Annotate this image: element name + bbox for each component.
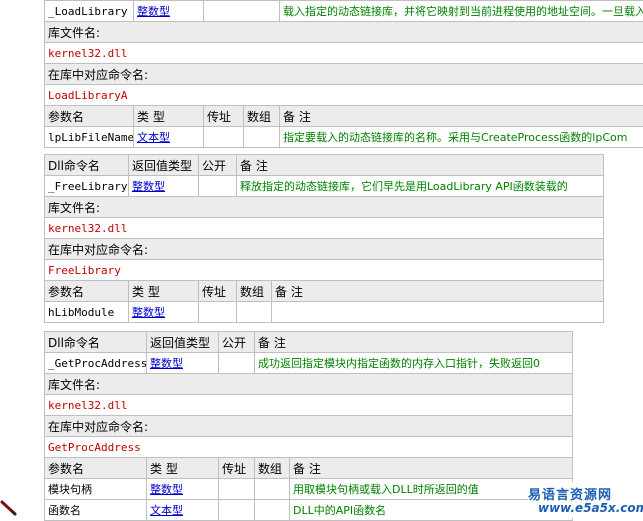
param-array[interactable] [255,479,290,500]
param-header-array: 数组 [255,458,290,479]
param-header-type: 类 型 [134,106,204,127]
dll-command-row[interactable]: _LoadLibrary 整数型 载入指定的动态链接库，并将它映射到当前进程使用… [45,1,643,22]
param-name[interactable]: 模块句柄 [45,479,147,500]
param-header-byref: 传址 [204,106,244,127]
param-header-byref: 传址 [199,281,237,302]
dll-block-loadlibrary: _LoadLibrary 整数型 载入指定的动态链接库，并将它映射到当前进程使用… [44,0,643,148]
lib-cmd-value[interactable]: GetProcAddress [45,437,573,458]
param-type-link[interactable]: 整数型 [150,483,183,496]
param-header-array: 数组 [237,281,272,302]
lib-file-value[interactable]: kernel32.dll [45,218,604,239]
param-name[interactable]: lpLibFileName [45,127,134,148]
param-note[interactable] [272,302,604,323]
header-return-type: 返回值类型 [147,332,219,353]
header-public: 公开 [199,155,237,176]
public-cell[interactable] [199,176,237,197]
param-header-name: 参数名 [45,458,147,479]
param-type-link[interactable]: 文本型 [137,131,170,144]
return-type: 整数型 [134,1,204,22]
return-type-link[interactable]: 整数型 [132,180,165,193]
param-header-type: 类 型 [147,458,219,479]
param-note[interactable]: 指定要载入的动态链接库的名称。采用与CreateProcess函数的lpCom [280,127,643,148]
param-type-link[interactable]: 文本型 [150,504,183,517]
header-dll-name: Dll命令名 [45,332,147,353]
lib-file-value[interactable]: kernel32.dll [45,43,643,64]
param-name[interactable]: 函数名 [45,500,147,521]
dll-command-row[interactable]: _GetProcAddress 整数型 成功返回指定模块内指定函数的内存入口指针… [45,353,573,374]
param-row[interactable]: lpLibFileName 文本型 指定要载入的动态链接库的名称。采用与Crea… [45,127,643,148]
lib-file-label: 库文件名: [45,374,573,395]
param-name[interactable]: hLibModule [45,302,129,323]
lib-cmd-label: 在库中对应命令名: [45,239,604,260]
param-byref[interactable] [219,500,255,521]
dll-command-row[interactable]: _FreeLibrary 整数型 释放指定的动态链接库，它们早先是用LoadLi… [45,176,604,197]
lib-file-label: 库文件名: [45,197,604,218]
param-header-row: 参数名 类 型 传址 数组 备 注 [45,106,643,127]
dll-header-row: Dll命令名 返回值类型 公开 备 注 [45,332,573,353]
param-array[interactable] [237,302,272,323]
param-row[interactable]: 函数名 文本型 DLL中的API函数名 [45,500,573,521]
param-header-name: 参数名 [45,281,129,302]
param-header-type: 类 型 [129,281,199,302]
param-header-name: 参数名 [45,106,134,127]
param-header-note: 备 注 [290,458,573,479]
pen-cursor-icon [0,500,18,518]
lib-cmd-value[interactable]: LoadLibraryA [45,85,643,106]
header-note: 备 注 [255,332,573,353]
param-byref[interactable] [219,479,255,500]
param-byref[interactable] [204,127,244,148]
param-header-array: 数组 [244,106,280,127]
site-watermark: 易语言资源网 www.e5a5x.com [528,482,643,518]
lib-cmd-label: 在库中对应命令名: [45,64,643,85]
param-array[interactable] [244,127,280,148]
public-cell[interactable] [204,1,280,22]
header-note: 备 注 [237,155,604,176]
watermark-en: www.e5a5x.com [538,501,643,515]
param-header-row: 参数名 类 型 传址 数组 备 注 [45,458,573,479]
param-array[interactable] [255,500,290,521]
command-note[interactable]: 成功返回指定模块内指定函数的内存入口指针，失败返回0 [255,353,573,374]
lib-cmd-label: 在库中对应命令名: [45,416,573,437]
command-note[interactable]: 载入指定的动态链接库，并将它映射到当前进程使用的地址空间。一旦载入 [280,1,643,22]
dll-block-getprocaddress: Dll命令名 返回值类型 公开 备 注 _GetProcAddress 整数型 … [44,331,573,521]
param-header-row: 参数名 类 型 传址 数组 备 注 [45,281,604,302]
header-dll-name: Dll命令名 [45,155,129,176]
header-return-type: 返回值类型 [129,155,199,176]
public-cell[interactable] [219,353,255,374]
return-type-link[interactable]: 整数型 [137,5,170,18]
param-row[interactable]: hLibModule 整数型 [45,302,604,323]
param-type-link[interactable]: 整数型 [132,306,165,319]
dll-command-name[interactable]: _LoadLibrary [45,1,134,22]
param-header-note: 备 注 [280,106,643,127]
return-type-link[interactable]: 整数型 [150,357,183,370]
dll-header-row: Dll命令名 返回值类型 公开 备 注 [45,155,604,176]
command-note[interactable]: 释放指定的动态链接库，它们早先是用LoadLibrary API函数装载的 [237,176,604,197]
lib-cmd-value[interactable]: FreeLibrary [45,260,604,281]
param-header-note: 备 注 [272,281,604,302]
param-byref[interactable] [199,302,237,323]
dll-block-freelibrary: Dll命令名 返回值类型 公开 备 注 _FreeLibrary 整数型 释放指… [44,154,604,323]
lib-file-label: 库文件名: [45,22,643,43]
param-row[interactable]: 模块句柄 整数型 用取模块句柄或载入DLL时所返回的值 [45,479,573,500]
lib-file-value[interactable]: kernel32.dll [45,395,573,416]
dll-command-name[interactable]: _FreeLibrary [45,176,129,197]
param-header-byref: 传址 [219,458,255,479]
dll-command-name[interactable]: _GetProcAddress [45,353,147,374]
header-public: 公开 [219,332,255,353]
